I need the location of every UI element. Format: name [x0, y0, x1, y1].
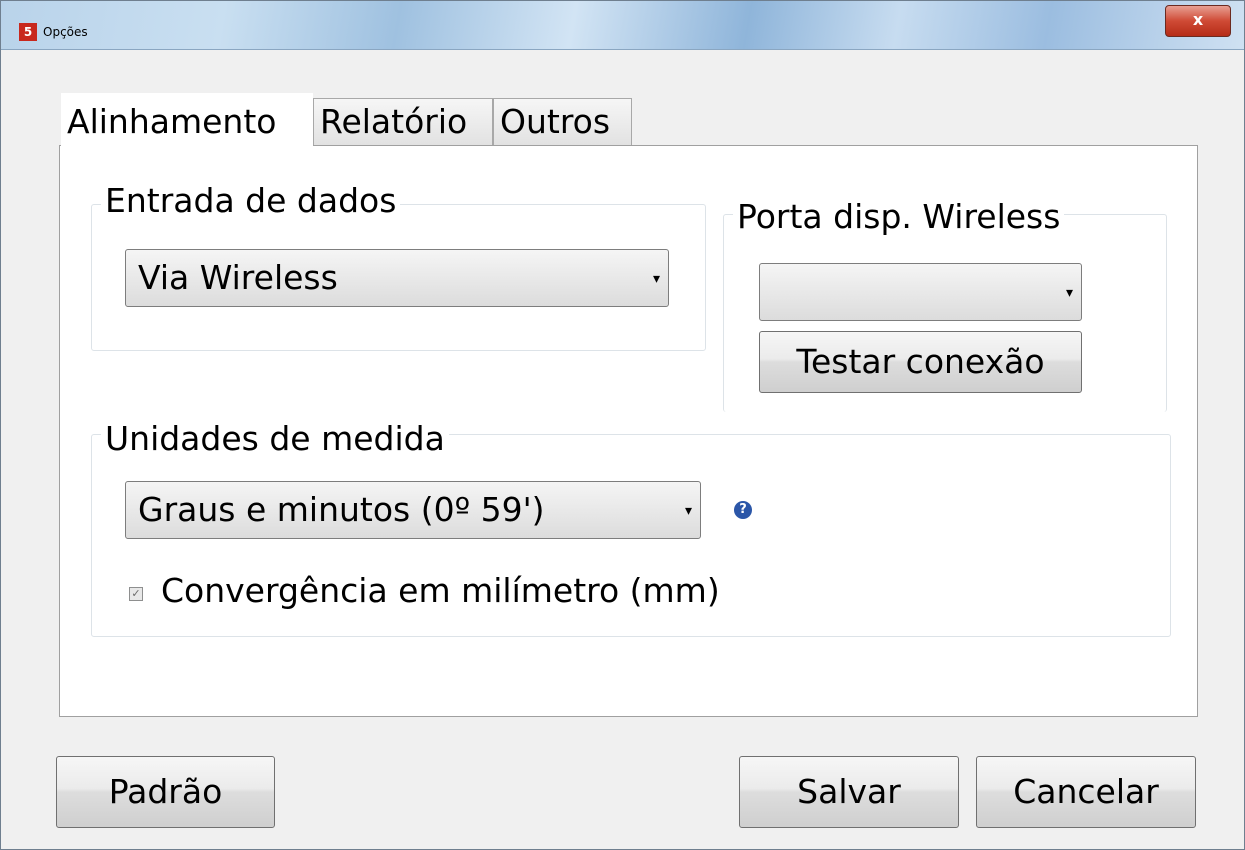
app-logo-icon: 5: [19, 23, 37, 41]
units-group-title: Unidades de medida: [101, 419, 449, 458]
test-connection-button[interactable]: Testar conexão: [759, 331, 1082, 393]
options-dialog: 5 Opções x Relatório Outros Alinhamento …: [0, 0, 1245, 850]
units-select[interactable]: Graus e minutos (0º 59') ▾: [125, 481, 701, 539]
save-button[interactable]: Salvar: [739, 756, 959, 828]
wireless-port-group-title: Porta disp. Wireless: [733, 197, 1065, 236]
data-entry-select-value: Via Wireless: [138, 258, 338, 297]
title-bar[interactable]: 5 Opções x: [1, 1, 1244, 50]
cancel-button[interactable]: Cancelar: [976, 756, 1196, 828]
data-entry-select[interactable]: Via Wireless ▾: [125, 249, 669, 307]
window-title: Opções: [43, 25, 88, 39]
close-button[interactable]: x: [1165, 5, 1231, 37]
tab-outros[interactable]: Outros: [493, 98, 632, 145]
units-select-value: Graus e minutos (0º 59'): [138, 490, 545, 529]
default-button[interactable]: Padrão: [56, 756, 275, 828]
tab-alinhamento[interactable]: Alinhamento: [61, 93, 313, 146]
tab-relatorio[interactable]: Relatório: [313, 98, 493, 145]
data-entry-group-title: Entrada de dados: [101, 181, 401, 220]
help-icon[interactable]: ?: [734, 501, 752, 519]
convergence-checkbox-label[interactable]: Convergência em milímetro (mm): [161, 571, 720, 610]
chevron-down-icon: ▾: [1065, 285, 1073, 301]
close-icon: x: [1192, 10, 1204, 29]
convergence-checkbox[interactable]: ✓: [129, 587, 143, 601]
wireless-port-select[interactable]: ▾: [759, 263, 1082, 321]
chevron-down-icon: ▾: [652, 271, 660, 287]
chevron-down-icon: ▾: [684, 503, 692, 519]
